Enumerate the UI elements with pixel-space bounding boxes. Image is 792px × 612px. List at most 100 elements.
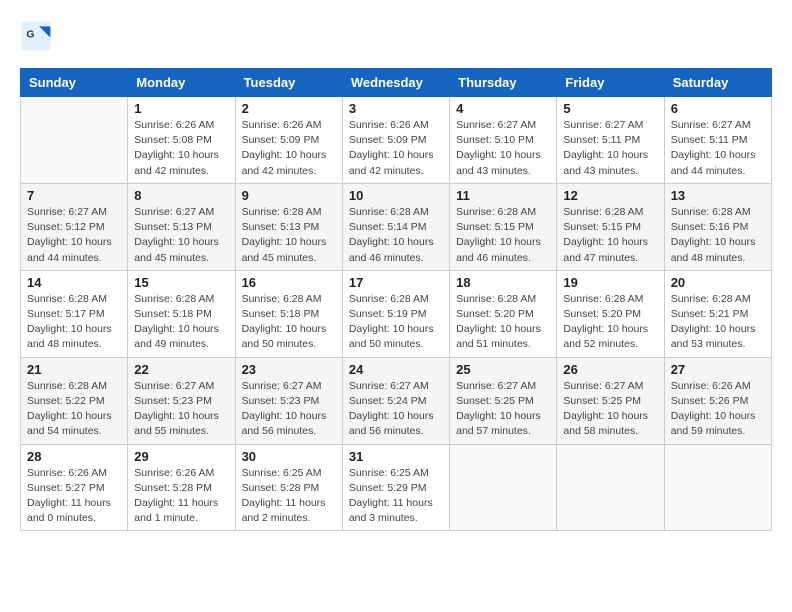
day-info: Sunrise: 6:28 AM Sunset: 5:21 PM Dayligh… bbox=[671, 292, 765, 353]
day-cell bbox=[664, 444, 771, 531]
day-cell: 5Sunrise: 6:27 AM Sunset: 5:11 PM Daylig… bbox=[557, 97, 664, 184]
day-cell: 20 Sunrise: 6:28 AM Sunset: 5:21 PM Dayli… bbox=[664, 270, 771, 357]
day-cell: 22 Sunrise: 6:27 AM Sunset: 5:23 PM Dayli… bbox=[128, 357, 235, 444]
day-info: Sunrise: 6:27 AM Sunset: 5:24 PM Dayligh… bbox=[349, 379, 443, 440]
day-number: 23 bbox=[242, 362, 336, 377]
day-cell: 10Sunrise: 6:28 AM Sunset: 5:14 PM Dayli… bbox=[342, 183, 449, 270]
day-info: Sunrise: 6:28 AM Sunset: 5:17 PM Dayligh… bbox=[27, 292, 121, 353]
logo: G bbox=[20, 20, 54, 52]
day-number: 5 bbox=[563, 101, 657, 116]
page-header: G bbox=[20, 20, 772, 52]
day-cell: 29Sunrise: 6:26 AM Sunset: 5:28 PM Dayli… bbox=[128, 444, 235, 531]
day-cell: 21 Sunrise: 6:28 AM Sunset: 5:22 PM Dayli… bbox=[21, 357, 128, 444]
col-header-tuesday: Tuesday bbox=[235, 69, 342, 97]
day-cell: 1 Sunrise: 6:26 AM Sunset: 5:08 PM Daylig… bbox=[128, 97, 235, 184]
col-header-wednesday: Wednesday bbox=[342, 69, 449, 97]
col-header-friday: Friday bbox=[557, 69, 664, 97]
day-number: 10 bbox=[349, 188, 443, 203]
day-info: Sunrise: 6:28 AM Sunset: 5:20 PM Dayligh… bbox=[456, 292, 550, 353]
day-number: 25 bbox=[456, 362, 550, 377]
week-row-1: 1 Sunrise: 6:26 AM Sunset: 5:08 PM Daylig… bbox=[21, 97, 772, 184]
day-cell: 15 Sunrise: 6:28 AM Sunset: 5:18 PM Dayli… bbox=[128, 270, 235, 357]
day-info: Sunrise: 6:28 AM Sunset: 5:20 PM Dayligh… bbox=[563, 292, 657, 353]
day-number: 14 bbox=[27, 275, 121, 290]
day-number: 3 bbox=[349, 101, 443, 116]
day-info: Sunrise: 6:27 AM Sunset: 5:25 PM Dayligh… bbox=[456, 379, 550, 440]
week-row-2: 7 Sunrise: 6:27 AM Sunset: 5:12 PM Daylig… bbox=[21, 183, 772, 270]
day-cell: 11Sunrise: 6:28 AM Sunset: 5:15 PM Dayli… bbox=[450, 183, 557, 270]
day-cell: 28 Sunrise: 6:26 AM Sunset: 5:27 PM Dayli… bbox=[21, 444, 128, 531]
day-number: 15 bbox=[134, 275, 228, 290]
day-number: 1 bbox=[134, 101, 228, 116]
week-row-5: 28 Sunrise: 6:26 AM Sunset: 5:27 PM Dayli… bbox=[21, 444, 772, 531]
day-number: 4 bbox=[456, 101, 550, 116]
day-number: 13 bbox=[671, 188, 765, 203]
day-cell: 2Sunrise: 6:26 AM Sunset: 5:09 PM Daylig… bbox=[235, 97, 342, 184]
day-info: Sunrise: 6:25 AM Sunset: 5:29 PM Dayligh… bbox=[349, 466, 443, 527]
day-cell: 17 Sunrise: 6:28 AM Sunset: 5:19 PM Dayli… bbox=[342, 270, 449, 357]
day-number: 30 bbox=[242, 449, 336, 464]
day-cell: 8Sunrise: 6:27 AM Sunset: 5:13 PM Daylig… bbox=[128, 183, 235, 270]
day-info: Sunrise: 6:27 AM Sunset: 5:25 PM Dayligh… bbox=[563, 379, 657, 440]
day-number: 17 bbox=[349, 275, 443, 290]
day-cell: 14 Sunrise: 6:28 AM Sunset: 5:17 PM Dayli… bbox=[21, 270, 128, 357]
day-number: 21 bbox=[27, 362, 121, 377]
day-info: Sunrise: 6:28 AM Sunset: 5:18 PM Dayligh… bbox=[242, 292, 336, 353]
day-number: 26 bbox=[563, 362, 657, 377]
day-info: Sunrise: 6:27 AM Sunset: 5:23 PM Dayligh… bbox=[242, 379, 336, 440]
day-info: Sunrise: 6:28 AM Sunset: 5:19 PM Dayligh… bbox=[349, 292, 443, 353]
day-info: Sunrise: 6:26 AM Sunset: 5:26 PM Dayligh… bbox=[671, 379, 765, 440]
day-info: Sunrise: 6:26 AM Sunset: 5:08 PM Dayligh… bbox=[134, 118, 228, 179]
day-info: Sunrise: 6:28 AM Sunset: 5:16 PM Dayligh… bbox=[671, 205, 765, 266]
day-number: 19 bbox=[563, 275, 657, 290]
day-number: 27 bbox=[671, 362, 765, 377]
day-info: Sunrise: 6:28 AM Sunset: 5:15 PM Dayligh… bbox=[563, 205, 657, 266]
day-number: 18 bbox=[456, 275, 550, 290]
day-info: Sunrise: 6:27 AM Sunset: 5:12 PM Dayligh… bbox=[27, 205, 121, 266]
day-number: 28 bbox=[27, 449, 121, 464]
day-cell: 31 Sunrise: 6:25 AM Sunset: 5:29 PM Dayli… bbox=[342, 444, 449, 531]
day-number: 24 bbox=[349, 362, 443, 377]
day-cell: 16 Sunrise: 6:28 AM Sunset: 5:18 PM Dayli… bbox=[235, 270, 342, 357]
day-number: 20 bbox=[671, 275, 765, 290]
day-number: 16 bbox=[242, 275, 336, 290]
day-cell bbox=[557, 444, 664, 531]
day-cell: 27 Sunrise: 6:26 AM Sunset: 5:26 PM Dayli… bbox=[664, 357, 771, 444]
day-cell: 4Sunrise: 6:27 AM Sunset: 5:10 PM Daylig… bbox=[450, 97, 557, 184]
day-number: 9 bbox=[242, 188, 336, 203]
day-info: Sunrise: 6:26 AM Sunset: 5:28 PM Dayligh… bbox=[134, 466, 228, 527]
day-number: 31 bbox=[349, 449, 443, 464]
day-info: Sunrise: 6:26 AM Sunset: 5:27 PM Dayligh… bbox=[27, 466, 121, 527]
col-header-thursday: Thursday bbox=[450, 69, 557, 97]
day-info: Sunrise: 6:27 AM Sunset: 5:23 PM Dayligh… bbox=[134, 379, 228, 440]
day-number: 2 bbox=[242, 101, 336, 116]
week-row-4: 21 Sunrise: 6:28 AM Sunset: 5:22 PM Dayli… bbox=[21, 357, 772, 444]
svg-text:G: G bbox=[26, 30, 34, 41]
day-info: Sunrise: 6:28 AM Sunset: 5:18 PM Dayligh… bbox=[134, 292, 228, 353]
week-row-3: 14 Sunrise: 6:28 AM Sunset: 5:17 PM Dayli… bbox=[21, 270, 772, 357]
day-info: Sunrise: 6:28 AM Sunset: 5:15 PM Dayligh… bbox=[456, 205, 550, 266]
day-cell: 9 Sunrise: 6:28 AM Sunset: 5:13 PM Daylig… bbox=[235, 183, 342, 270]
day-number: 22 bbox=[134, 362, 228, 377]
day-cell: 25 Sunrise: 6:27 AM Sunset: 5:25 PM Dayli… bbox=[450, 357, 557, 444]
col-header-saturday: Saturday bbox=[664, 69, 771, 97]
day-cell: 6 Sunrise: 6:27 AM Sunset: 5:11 PM Daylig… bbox=[664, 97, 771, 184]
day-number: 12 bbox=[563, 188, 657, 203]
day-info: Sunrise: 6:28 AM Sunset: 5:13 PM Dayligh… bbox=[242, 205, 336, 266]
day-info: Sunrise: 6:28 AM Sunset: 5:22 PM Dayligh… bbox=[27, 379, 121, 440]
day-cell: 3 Sunrise: 6:26 AM Sunset: 5:09 PM Daylig… bbox=[342, 97, 449, 184]
day-number: 6 bbox=[671, 101, 765, 116]
day-info: Sunrise: 6:27 AM Sunset: 5:13 PM Dayligh… bbox=[134, 205, 228, 266]
calendar-header-row: SundayMondayTuesdayWednesdayThursdayFrid… bbox=[21, 69, 772, 97]
day-cell: 24 Sunrise: 6:27 AM Sunset: 5:24 PM Dayli… bbox=[342, 357, 449, 444]
day-cell: 12 Sunrise: 6:28 AM Sunset: 5:15 PM Dayli… bbox=[557, 183, 664, 270]
day-cell: 13 Sunrise: 6:28 AM Sunset: 5:16 PM Dayli… bbox=[664, 183, 771, 270]
day-cell: 19 Sunrise: 6:28 AM Sunset: 5:20 PM Dayli… bbox=[557, 270, 664, 357]
day-cell: 30Sunrise: 6:25 AM Sunset: 5:28 PM Dayli… bbox=[235, 444, 342, 531]
day-number: 7 bbox=[27, 188, 121, 203]
day-cell: 26 Sunrise: 6:27 AM Sunset: 5:25 PM Dayli… bbox=[557, 357, 664, 444]
day-info: Sunrise: 6:27 AM Sunset: 5:11 PM Dayligh… bbox=[671, 118, 765, 179]
day-cell: 23 Sunrise: 6:27 AM Sunset: 5:23 PM Dayli… bbox=[235, 357, 342, 444]
day-info: Sunrise: 6:26 AM Sunset: 5:09 PM Dayligh… bbox=[349, 118, 443, 179]
day-cell bbox=[21, 97, 128, 184]
